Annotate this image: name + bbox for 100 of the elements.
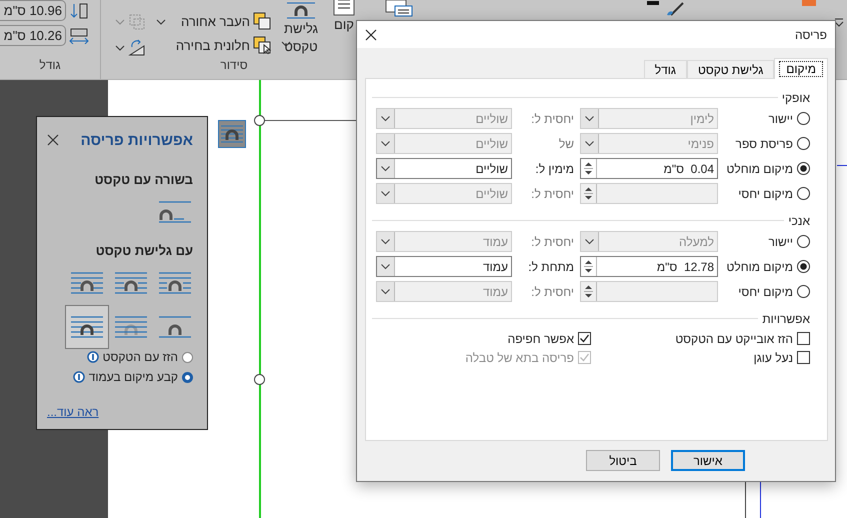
section-heading: בשורה עם טקסט — [94, 171, 193, 189]
spinner-icon — [584, 284, 593, 299]
chevron-down-icon — [381, 166, 390, 172]
checkbox-label: נעל עוגן — [754, 350, 793, 364]
field-label: של — [558, 136, 575, 150]
radio-label: יישור — [768, 112, 793, 126]
radio-label: מיקום מוחלט — [726, 162, 793, 176]
chevron-down-icon — [585, 140, 594, 146]
radio-label: מיקום יחסי — [738, 186, 793, 200]
wrap-icon — [221, 124, 243, 144]
field-label: יחסית ל: — [530, 234, 575, 248]
chevron-down-icon — [381, 190, 390, 196]
dialog-title: פריסה — [795, 28, 827, 42]
cancel-button[interactable]: ביטול — [586, 450, 660, 471]
checkbox[interactable] — [797, 332, 810, 345]
section-heading: אפשרויות — [762, 312, 810, 326]
radio-label: פריסת ספר — [736, 136, 793, 150]
position-button[interactable]: קום — [330, 0, 357, 34]
checkbox[interactable] — [797, 351, 810, 364]
radio-button[interactable] — [797, 235, 810, 248]
tab[interactable]: גודל — [644, 60, 687, 78]
height-icon — [69, 2, 89, 18]
color-swatch-icon[interactable] — [802, 0, 816, 8]
tight-wrap-icon — [115, 271, 147, 295]
radio-button[interactable] — [797, 187, 810, 200]
radio-button[interactable] — [797, 285, 810, 298]
expand-icon[interactable] — [834, 18, 844, 28]
group-label: גודל — [38, 58, 62, 74]
table-border-line — [745, 480, 746, 518]
section-heading: עם גלישת טקסט — [94, 242, 193, 260]
chevron-down-icon — [381, 116, 390, 122]
size-field[interactable]: 10.26 ס"מ — [0, 25, 66, 46]
radio-button[interactable] — [182, 372, 193, 382]
close-icon[interactable] — [47, 134, 59, 146]
caret-icon[interactable] — [156, 18, 166, 26]
info-icon[interactable] — [86, 351, 99, 363]
width-icon — [69, 28, 89, 44]
front-wrap-icon — [71, 315, 103, 339]
checkbox[interactable] — [578, 332, 591, 345]
ribbon-command[interactable]: העבר אחורה — [180, 12, 271, 30]
tab[interactable]: מיקום — [774, 58, 828, 79]
radio-button[interactable] — [797, 162, 810, 175]
dropdown[interactable]: שוליים — [376, 158, 512, 179]
number-field[interactable]: 12.78 ס"מ — [580, 256, 718, 277]
picture-icon[interactable] — [385, 0, 413, 17]
resize-handle[interactable] — [254, 374, 265, 385]
radio-label: מיקום מוחלט — [726, 260, 793, 274]
wrap-icon — [286, 2, 315, 20]
section-heading: אופקי — [782, 90, 810, 104]
send-backward-icon — [253, 12, 271, 30]
field-label: יחסית ל: — [530, 284, 575, 298]
radio-button[interactable] — [797, 137, 810, 150]
square-wrap-icon — [159, 271, 191, 295]
checkbox-label: אפשר חפיפה — [508, 332, 574, 346]
radio-label: מיקום יחסי — [738, 284, 793, 298]
field-label: יחסית ל: — [530, 112, 575, 126]
group-label: סידור — [219, 58, 249, 74]
checkbox-label: הזז אובייקט עם הטקסט — [675, 332, 793, 346]
field-label: יחסית ל: — [530, 186, 575, 200]
tab[interactable]: גלישת טקסט — [686, 60, 774, 78]
radio-label: יישור — [768, 234, 793, 248]
page-icon — [332, 0, 356, 16]
chevron-down-icon — [381, 264, 390, 270]
section-heading: אנכי — [788, 214, 810, 228]
field-label: מימין ל: — [534, 162, 575, 176]
radio-button[interactable] — [797, 260, 810, 273]
panel-title: אפשרויות פריסה — [80, 132, 193, 148]
dropdown[interactable]: עמוד — [376, 256, 512, 277]
spinner-icon — [584, 161, 593, 176]
checkbox-label: פריסה בתא של טבלה — [465, 350, 574, 364]
spinner-icon — [584, 186, 593, 201]
spinner-icon — [584, 259, 593, 274]
number-field[interactable]: 0.04 ס"מ — [580, 158, 718, 179]
caret-icon[interactable] — [115, 44, 125, 52]
ok-button[interactable]: אישור — [671, 450, 745, 471]
see-more-link[interactable]: ראה עוד... — [47, 405, 99, 419]
radio-button[interactable] — [182, 352, 193, 362]
wrap-text-button[interactable]: גלישת טקסט — [281, 0, 321, 56]
resize-handle[interactable] — [254, 115, 265, 126]
inline-wrap-icon — [159, 200, 191, 224]
radio-button[interactable] — [797, 112, 810, 125]
top-bottom-wrap-icon — [159, 315, 191, 339]
behind-wrap-icon — [115, 315, 147, 339]
field-label: מתחת ל: — [527, 260, 575, 274]
chevron-down-icon — [585, 238, 594, 244]
chevron-down-icon — [381, 140, 390, 146]
radio-label: קבע מיקום בעמוד — [88, 370, 178, 384]
ribbon-command[interactable]: חלונית בחירה — [176, 36, 271, 54]
text-marker-line — [837, 165, 847, 166]
text-marker-line — [760, 480, 761, 518]
wrap-option-button[interactable] — [65, 305, 109, 349]
chevron-down-icon — [585, 116, 594, 122]
through-wrap-icon — [71, 271, 103, 295]
size-field[interactable]: 10.96 ס"מ — [0, 0, 66, 21]
rotate-icon[interactable] — [128, 39, 146, 57]
info-icon[interactable] — [72, 371, 85, 383]
close-icon[interactable] — [365, 28, 377, 40]
chevron-down-icon — [381, 238, 390, 244]
chevron-down-icon — [381, 288, 390, 294]
layout-options-button[interactable] — [218, 120, 246, 148]
